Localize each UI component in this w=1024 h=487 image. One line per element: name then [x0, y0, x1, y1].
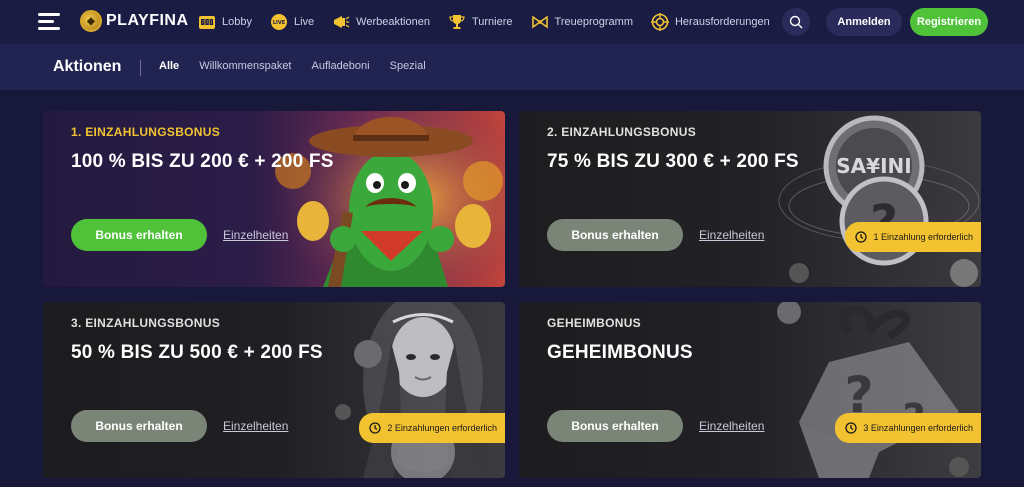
slot-machine-icon: 777	[198, 13, 216, 31]
get-bonus-button[interactable]: Bonus erhalten	[547, 219, 683, 251]
nav-label-loyalty: Treueprogramm	[554, 16, 633, 28]
cactus-cowboy-artwork	[273, 111, 505, 287]
promo-card-secret-bonus: ? ? GEHEIMBONUS GEHEIMBONUS Bonus erhalt…	[519, 302, 981, 478]
nav-label-challenges: Herausforderungen	[674, 16, 770, 28]
deposit-requirement-badge: 1 Einzahlung erforderlich	[845, 222, 981, 252]
clock-icon	[845, 422, 858, 434]
card-title: 100 % BIS ZU 200 € + 200 FS	[71, 151, 334, 172]
card-label: 1. EINZAHLUNGSBONUS	[71, 125, 221, 139]
register-button[interactable]: Registrieren	[910, 8, 988, 36]
site-logo[interactable]: ◆ PLAYFINA	[80, 10, 189, 32]
logo-text: PLAYFINA	[106, 12, 189, 29]
main-nav: 777 Lobby LIVE Live Werbeaktionen Turnie…	[198, 0, 788, 44]
tab-all[interactable]: Alle	[159, 60, 179, 72]
badge-text: 3 Einzahlungen erforderlich	[863, 423, 973, 433]
fortune-teller-artwork	[335, 302, 483, 478]
nav-item-live[interactable]: LIVE Live	[270, 13, 314, 31]
nav-item-tournaments[interactable]: Turniere	[448, 13, 513, 31]
deposit-requirement-badge: 2 Einzahlungen erforderlich	[359, 413, 505, 443]
nav-label-tournaments: Turniere	[471, 16, 513, 28]
card-title: 50 % BIS ZU 500 € + 200 FS	[71, 342, 323, 363]
megaphone-icon	[332, 13, 350, 31]
promo-card-third-deposit: 3. EINZAHLUNGSBONUS 50 % BIS ZU 500 € + …	[43, 302, 505, 478]
target-icon	[650, 13, 669, 31]
nav-item-lobby[interactable]: 777 Lobby	[198, 13, 252, 31]
card-title: 75 % BIS ZU 300 € + 200 FS	[547, 151, 799, 172]
nav-item-promotions[interactable]: Werbeaktionen	[332, 13, 430, 31]
details-link[interactable]: Einzelheiten	[699, 228, 764, 242]
promotion-tabs: Alle Willkommenspaket Aufladeboni Spezia…	[159, 60, 426, 72]
svg-text:7: 7	[210, 20, 213, 25]
search-icon	[789, 15, 803, 29]
bow-icon	[531, 13, 549, 31]
live-icon: LIVE	[270, 13, 288, 31]
details-link[interactable]: Einzelheiten	[699, 419, 764, 433]
title-divider	[140, 60, 141, 76]
login-button[interactable]: Anmelden	[826, 8, 902, 36]
promotions-subbar	[0, 44, 1024, 90]
menu-icon[interactable]	[38, 13, 60, 31]
deposit-requirement-badge: 3 Einzahlungen erforderlich	[835, 413, 981, 443]
get-bonus-button[interactable]: Bonus erhalten	[71, 219, 207, 251]
promo-card-first-deposit: 1. EINZAHLUNGSBONUS 100 % BIS ZU 200 € +…	[43, 111, 505, 287]
mystery-gift-box-artwork: ? ?	[777, 302, 969, 478]
nav-label-lobby: Lobby	[222, 16, 252, 28]
card-label: GEHEIMBONUS	[547, 316, 641, 330]
logo-emblem-icon: ◆	[80, 10, 102, 32]
svg-text:LIVE: LIVE	[273, 20, 286, 26]
tab-reload-bonuses[interactable]: Aufladeboni	[312, 60, 370, 72]
get-bonus-button[interactable]: Bonus erhalten	[547, 410, 683, 442]
svg-text:7: 7	[201, 20, 204, 25]
clock-icon	[855, 231, 868, 243]
nav-label-promotions: Werbeaktionen	[356, 16, 430, 28]
trophy-icon	[448, 13, 466, 31]
nav-item-loyalty[interactable]: Treueprogramm	[531, 13, 633, 31]
svg-text:SA¥INI: SA¥INI	[836, 154, 911, 178]
page-title: Aktionen	[53, 58, 122, 75]
silver-coins-artwork: SA¥INI ?	[778, 115, 980, 287]
badge-text: 1 Einzahlung erforderlich	[873, 232, 973, 242]
top-navigation-bar: ◆ PLAYFINA 777 Lobby LIVE Live Werbeakti…	[0, 0, 1024, 44]
nav-item-challenges[interactable]: Herausforderungen	[650, 13, 770, 31]
clock-icon	[369, 422, 382, 434]
badge-text: 2 Einzahlungen erforderlich	[387, 423, 497, 433]
promo-card-second-deposit: SA¥INI ? 2. EINZAHLUNGSBONUS 75 % BIS ZU…	[519, 111, 981, 287]
tab-special[interactable]: Spezial	[390, 60, 426, 72]
card-label: 3. EINZAHLUNGSBONUS	[71, 316, 221, 330]
card-title: GEHEIMBONUS	[547, 342, 693, 363]
svg-text:7: 7	[206, 20, 209, 25]
search-button[interactable]	[782, 8, 810, 36]
tab-welcome-package[interactable]: Willkommenspaket	[199, 60, 291, 72]
get-bonus-button[interactable]: Bonus erhalten	[71, 410, 207, 442]
nav-label-live: Live	[293, 16, 315, 28]
card-label: 2. EINZAHLUNGSBONUS	[547, 125, 697, 139]
details-link[interactable]: Einzelheiten	[223, 419, 288, 433]
details-link[interactable]: Einzelheiten	[223, 228, 288, 242]
